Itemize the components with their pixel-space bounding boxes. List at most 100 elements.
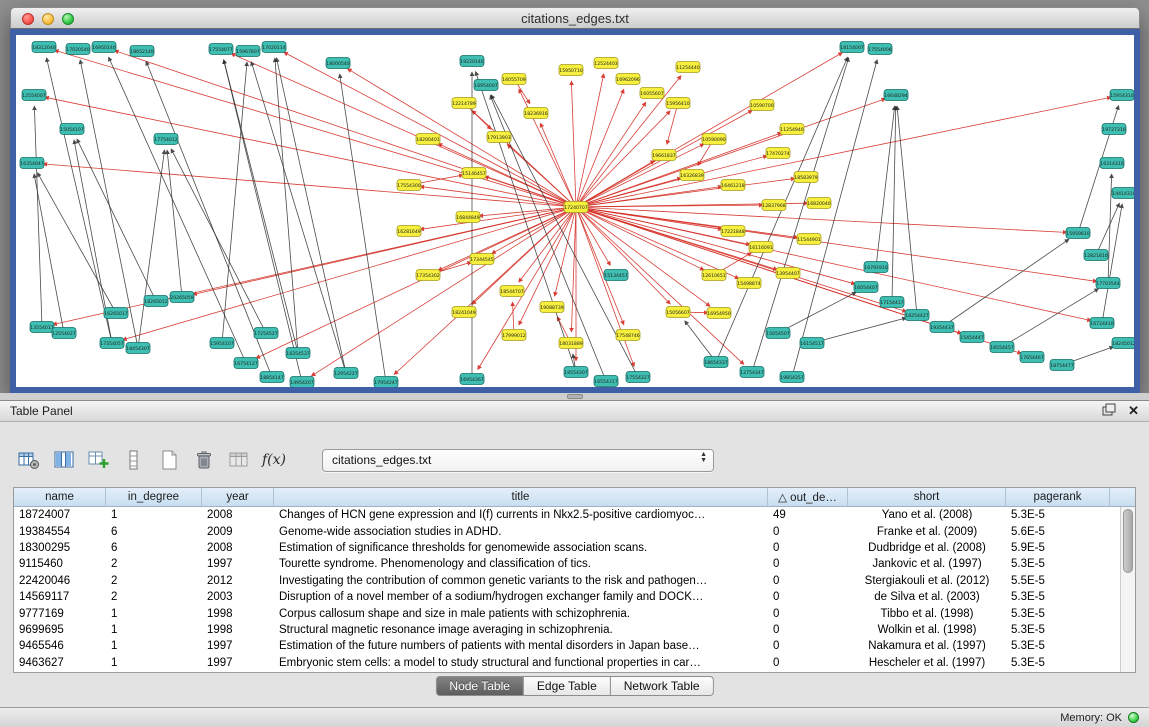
graph-node[interactable]: 17221848 [721, 226, 745, 237]
graph-node[interactable]: 16054407 [854, 282, 878, 293]
graph-node[interactable]: 17020114 [262, 42, 286, 53]
panel-divider-grip[interactable] [567, 394, 583, 399]
column-header-6[interactable]: pagerank [1006, 488, 1110, 506]
table-row[interactable]: 1456911722003Disruption of a novel membe… [14, 589, 1135, 605]
graph-node[interactable]: 19554307 [564, 367, 588, 378]
graph-node[interactable]: 18652140 [130, 46, 154, 57]
graph-node[interactable]: 14414310 [1112, 188, 1134, 199]
graph-node[interactable]: 16820040 [807, 198, 831, 209]
column-header-0[interactable]: name [14, 488, 106, 506]
graph-node[interactable]: 15134457 [604, 270, 628, 281]
function-builder-icon[interactable]: f(x) [261, 447, 287, 473]
import-table-icon[interactable] [226, 447, 252, 473]
column-header-5[interactable]: short [848, 488, 1006, 506]
window-titlebar[interactable]: citations_edges.txt [10, 7, 1140, 29]
graph-node[interactable]: 11254440 [676, 62, 700, 73]
column-visibility-icon[interactable] [51, 447, 77, 473]
graph-node[interactable]: 18544707 [500, 286, 524, 297]
table-row[interactable]: 2242004622012Investigating the contribut… [14, 573, 1135, 589]
graph-node[interactable]: 18354537 [286, 348, 310, 359]
table-row[interactable]: 969969511998Structural magnetic resonanc… [14, 622, 1135, 638]
graph-node[interactable]: 19088739 [540, 302, 564, 313]
graph-node[interactable]: 18031889 [559, 338, 583, 349]
graph-node[interactable]: 16326839 [680, 170, 704, 181]
graph-node[interactable]: 16281649 [397, 226, 421, 237]
graph-node[interactable]: 18454307 [126, 343, 150, 354]
graph-node[interactable]: 16116091 [749, 242, 773, 253]
graph-node[interactable]: 11544901 [797, 234, 821, 245]
column-header-4[interactable]: △ out_de… [768, 488, 848, 506]
graph-node[interactable]: 17548746 [616, 330, 640, 341]
table-row[interactable]: 1830029562008Estimation of significance … [14, 540, 1135, 556]
graph-node[interactable]: 16554457 [990, 342, 1014, 353]
graph-node[interactable]: 13554017 [30, 322, 54, 333]
graph-node[interactable]: 19220140 [460, 56, 484, 67]
table-options-icon[interactable] [16, 447, 42, 473]
graph-node[interactable]: 18754477 [1050, 360, 1074, 371]
new-table-icon[interactable] [156, 447, 182, 473]
graph-node[interactable]: 15146457 [462, 168, 486, 179]
graph-node[interactable]: 12821810 [1084, 250, 1108, 261]
graph-node[interactable]: 15054507 [766, 328, 790, 339]
graph-node[interactable]: 16954007 [474, 80, 498, 91]
graph-node[interactable]: 19727310 [1102, 124, 1126, 135]
graph-node[interactable]: 15959810 [1066, 228, 1090, 239]
table-row[interactable]: 1938455462009Genome-wide association stu… [14, 523, 1135, 539]
close-panel-icon[interactable]: ✕ [1128, 405, 1139, 417]
float-panel-icon[interactable] [1102, 403, 1116, 419]
graph-node[interactable]: 15956410 [666, 98, 690, 109]
graph-node[interactable]: 17020540 [66, 44, 90, 55]
table-selector-combo[interactable]: citations_edges.txt ▲▼ [322, 449, 714, 472]
graph-node[interactable]: 16055607 [640, 88, 664, 99]
graph-node[interactable]: 17470274 [766, 148, 790, 159]
graph-node[interactable]: 16754127 [234, 358, 258, 369]
column-header-2[interactable]: year [202, 488, 274, 506]
table-row[interactable]: 911546021997Tourette syndrome. Phenomeno… [14, 556, 1135, 572]
graph-node[interactable]: 18154007 [840, 42, 864, 53]
graph-node[interactable]: 12554027 [52, 328, 76, 339]
table-row[interactable]: 977716911998Corpus callosum shape and si… [14, 605, 1135, 621]
graph-node[interactable]: 15454447 [960, 332, 984, 343]
graph-node[interactable]: 12954227 [334, 368, 358, 379]
add-column-icon[interactable] [86, 447, 112, 473]
table-row[interactable]: 1872400712008Changes of HCN gene express… [14, 507, 1135, 523]
graph-node[interactable]: 16354047 [20, 158, 44, 169]
graph-node[interactable]: 18241049 [452, 307, 476, 318]
graph-node[interactable]: 11254940 [780, 124, 804, 135]
graph-node[interactable]: 17554008 [868, 44, 892, 55]
graph-node[interactable]: 12610651 [702, 270, 726, 281]
graph-node[interactable]: 10590090 [702, 134, 726, 145]
graph-node[interactable]: 17344545 [470, 254, 494, 265]
graph-node[interactable]: 16954950 [707, 308, 731, 319]
network-view[interactable]: 1724070718031889179990121824104917354302… [10, 29, 1140, 393]
table-row[interactable]: 946362711997Embryonic stem cells: a mode… [14, 655, 1135, 671]
tab-network-table[interactable]: Network Table [611, 676, 714, 696]
graph-node[interactable]: 12524403 [594, 58, 618, 69]
graph-node[interactable]: 17554300 [397, 180, 421, 191]
graph-node[interactable]: 15056607 [666, 307, 690, 318]
graph-node[interactable]: 13954407 [776, 268, 800, 279]
graph-node[interactable]: 10590700 [750, 100, 774, 111]
graph-node[interactable]: 16954367 [460, 374, 484, 385]
graph-node[interactable]: 16554317 [594, 376, 618, 387]
graph-node[interactable]: 16791910 [864, 262, 888, 273]
graph-node[interactable]: 17913903 [487, 132, 511, 143]
graph-node[interactable]: 18854147 [260, 372, 284, 383]
graph-node[interactable]: 12754347 [740, 367, 764, 378]
graph-node[interactable]: 17240707 [564, 202, 588, 213]
graph-node[interactable]: 17554077 [209, 44, 233, 55]
graph-node[interactable]: 12554007 [22, 90, 46, 101]
graph-node[interactable]: 17654467 [1020, 352, 1044, 363]
graph-node[interactable]: 16154517 [800, 338, 824, 349]
close-button[interactable] [22, 13, 34, 25]
graph-node[interactable]: 19354437 [930, 322, 954, 333]
tab-edge-table[interactable]: Edge Table [524, 676, 611, 696]
graph-node[interactable]: 16724410 [1090, 318, 1114, 329]
graph-node[interactable]: 12837968 [762, 200, 786, 211]
graph-node[interactable]: 17554327 [626, 372, 650, 383]
graph-node[interactable]: 12214789 [452, 98, 476, 109]
graph-node[interactable]: 15967807 [236, 46, 260, 57]
graph-node[interactable]: 16844849 [456, 212, 480, 223]
graph-node[interactable]: 15954310 [1110, 90, 1134, 101]
graph-node[interactable]: 15054107 [60, 124, 84, 135]
